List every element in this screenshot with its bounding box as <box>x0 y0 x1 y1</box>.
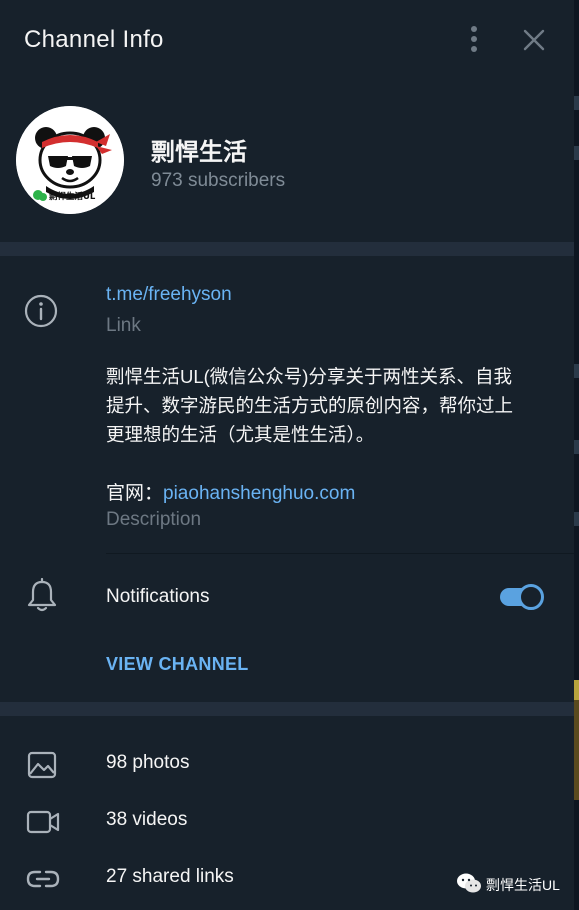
section-separator <box>0 702 574 716</box>
link-icon <box>26 870 60 888</box>
section-separator <box>0 242 574 256</box>
website-prefix: 官网： <box>106 483 164 504</box>
more-options-button[interactable] <box>462 22 486 56</box>
videos-count: 38 videos <box>106 809 188 830</box>
description-line: 提升、数字游民的生活方式的原创内容，帮你过上 <box>106 395 514 416</box>
channel-avatar[interactable]: 剽悍生活UL <box>16 106 124 214</box>
description-line: 更理想的生活（尤其是性生活）。 <box>106 424 375 445</box>
website-link[interactable]: piaohanshenghuo.com <box>163 483 355 504</box>
panel-header: Channel Info <box>0 0 574 80</box>
channel-info-panel: Channel Info 剽悍生活UL 剽悍生活 973 subscribers… <box>0 0 579 910</box>
link-caption: Link <box>106 315 141 336</box>
description-line: 剽悍生活UL(微信公众号)分享关于两性关系、自我 <box>106 366 512 387</box>
description-caption: Description <box>106 509 202 530</box>
view-channel-button[interactable]: VIEW CHANNEL <box>106 654 249 675</box>
website-line: 官网：piaohanshenghuo.com <box>106 478 355 505</box>
photo-icon <box>27 751 57 779</box>
media-row-videos[interactable]: 38 videos <box>0 793 574 849</box>
toggle-knob <box>518 584 544 610</box>
wechat-icon <box>457 873 481 893</box>
notifications-toggle[interactable] <box>498 584 546 610</box>
info-icon <box>24 294 58 328</box>
notifications-label: Notifications <box>106 586 210 607</box>
notifications-row[interactable]: Notifications <box>0 560 574 630</box>
panel-title: Channel Info <box>24 26 164 53</box>
shared-links-count: 27 shared links <box>106 866 234 887</box>
close-button[interactable] <box>520 26 548 54</box>
watermark-text: 剽悍生活UL <box>486 877 560 893</box>
info-section: t.me/freehyson Link 剽悍生活UL(微信公众号)分享关于两性关… <box>0 256 574 556</box>
vertical-dots-icon <box>471 26 477 52</box>
avatar-caption: 剽悍生活UL <box>49 191 96 202</box>
bell-icon <box>27 578 57 612</box>
channel-link[interactable]: t.me/freehyson <box>106 284 232 306</box>
background-chat-strip <box>574 0 579 910</box>
subscriber-count: 973 subscribers <box>151 170 286 191</box>
photos-count: 98 photos <box>106 752 190 773</box>
divider <box>106 553 574 554</box>
channel-profile: 剽悍生活UL 剽悍生活 973 subscribers <box>0 80 574 242</box>
channel-name: 剽悍生活 <box>151 139 247 166</box>
video-icon <box>26 810 60 834</box>
close-icon <box>523 29 545 51</box>
panda-logo-icon: 剽悍生活UL <box>16 106 124 214</box>
media-row-photos[interactable]: 98 photos <box>0 736 574 792</box>
channel-description: 剽悍生活UL(微信公众号)分享关于两性关系、自我 提升、数字游民的生活方式的原创… <box>106 362 546 449</box>
